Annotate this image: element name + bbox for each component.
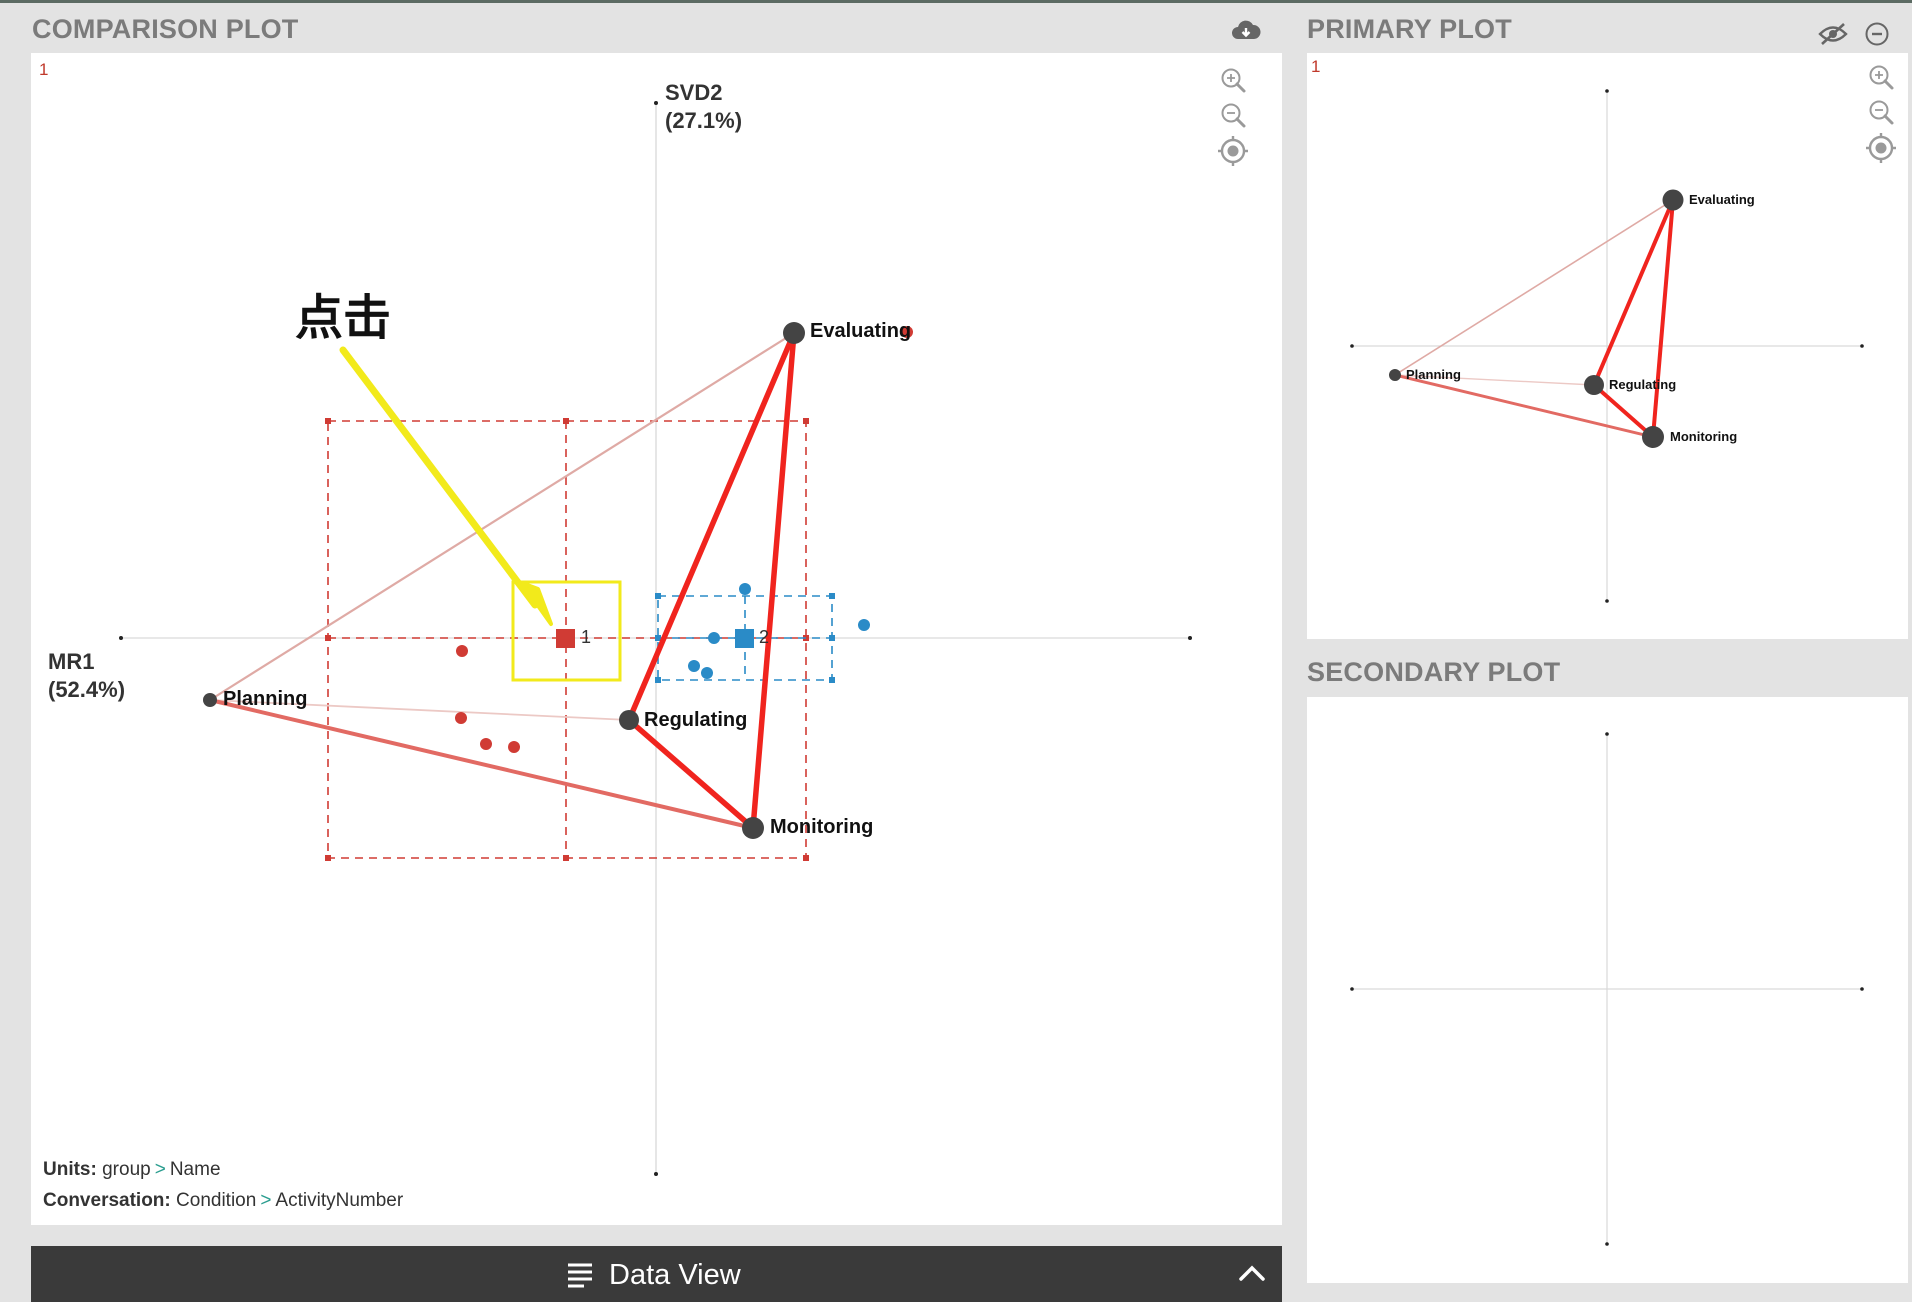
cloud-download-icon[interactable] bbox=[1229, 14, 1263, 48]
units-value-a: group bbox=[102, 1159, 151, 1180]
x-axis-percent: (52.4%) bbox=[48, 677, 126, 702]
group-1-point bbox=[480, 738, 492, 750]
annotation-arrow bbox=[339, 346, 539, 609]
node-planning bbox=[203, 693, 217, 707]
chevron-up-icon[interactable] bbox=[1237, 1260, 1267, 1291]
annotation-text: 点击 bbox=[295, 290, 392, 346]
group-1-label[interactable]: 1 bbox=[581, 627, 591, 648]
group-2-point bbox=[688, 660, 700, 672]
group-2-points bbox=[688, 583, 870, 679]
group-1-point bbox=[508, 741, 520, 753]
zoom-out-icon[interactable] bbox=[1864, 95, 1898, 129]
conversation-line: Conversation: Condition > ActivityNumber bbox=[43, 1190, 403, 1212]
conversation-label: Conversation: bbox=[43, 1190, 171, 1211]
edge-planning-evaluating bbox=[208, 331, 796, 702]
secondary-plot-title: SECONDARY PLOT bbox=[1307, 657, 1561, 687]
comparison-plot-area[interactable]: 1 SVD2 (27.1%) MR1 (52.4%) Evaluating Pl… bbox=[31, 53, 1282, 1225]
top-border bbox=[0, 0, 1912, 3]
edge-evaluating-monitoring bbox=[750, 330, 797, 831]
target-icon[interactable] bbox=[1216, 134, 1250, 168]
group-2-point bbox=[701, 667, 713, 679]
comparison-plot-svg bbox=[119, 101, 1192, 1176]
node-planning bbox=[1389, 369, 1401, 381]
conversation-separator: > bbox=[260, 1190, 272, 1211]
primary-node-label-evaluating[interactable]: Evaluating bbox=[1689, 192, 1755, 207]
zoom-in-icon[interactable] bbox=[1216, 63, 1250, 97]
node-regulating bbox=[619, 710, 639, 730]
node-evaluating bbox=[783, 322, 805, 344]
group-1-point bbox=[455, 712, 467, 724]
node-label-planning[interactable]: Planning bbox=[223, 688, 307, 711]
units-label: Units: bbox=[43, 1159, 97, 1180]
primary-plot-title: PRIMARY PLOT bbox=[1307, 14, 1512, 44]
units-line: Units: group > Name bbox=[43, 1159, 221, 1181]
conversation-value-a: Condition bbox=[176, 1190, 257, 1211]
group-2-point bbox=[708, 632, 720, 644]
data-view-label: Data View bbox=[609, 1259, 741, 1291]
group-2-label[interactable]: 2 bbox=[759, 627, 769, 648]
node-monitoring bbox=[1642, 426, 1664, 448]
x-axis-label: MR1 (52.4%) bbox=[48, 648, 125, 704]
group-1-mean bbox=[556, 629, 575, 648]
y-axis-label: SVD2 (27.1%) bbox=[665, 79, 742, 135]
units-value-b: Name bbox=[169, 1159, 221, 1180]
network-nodes bbox=[203, 322, 805, 839]
group-2-mean bbox=[735, 629, 754, 648]
group-1-points bbox=[455, 326, 913, 753]
y-axis-end-top bbox=[654, 101, 658, 105]
node-label-evaluating[interactable]: Evaluating bbox=[810, 320, 911, 343]
primary-plot-area[interactable]: 1 Evaluating Planning Regulating Monitor… bbox=[1307, 53, 1908, 639]
x-axis-name: MR1 bbox=[48, 649, 95, 674]
node-regulating bbox=[1584, 375, 1604, 395]
conversation-value-b: ActivityNumber bbox=[275, 1190, 404, 1211]
group-1-point bbox=[456, 645, 468, 657]
primary-node-label-planning[interactable]: Planning bbox=[1406, 367, 1461, 382]
node-monitoring bbox=[742, 817, 764, 839]
list-icon bbox=[566, 1262, 594, 1293]
data-view-bar[interactable]: Data View bbox=[31, 1246, 1282, 1302]
comparison-plot-title: COMPARISON PLOT bbox=[32, 14, 299, 44]
x-axis-end-left bbox=[119, 636, 123, 640]
units-separator: > bbox=[154, 1159, 166, 1180]
primary-node-label-regulating[interactable]: Regulating bbox=[1609, 377, 1676, 392]
eye-off-icon[interactable] bbox=[1816, 17, 1850, 51]
x-axis-end-right bbox=[1188, 636, 1192, 640]
secondary-plot-area[interactable] bbox=[1307, 697, 1908, 1283]
primary-node-label-monitoring[interactable]: Monitoring bbox=[1670, 429, 1737, 444]
secondary-plot-svg bbox=[1350, 732, 1864, 1246]
group-2-point bbox=[739, 583, 751, 595]
node-label-regulating[interactable]: Regulating bbox=[644, 709, 747, 732]
minus-circle-icon[interactable] bbox=[1860, 17, 1894, 51]
target-icon[interactable] bbox=[1864, 131, 1898, 165]
network-edges bbox=[208, 330, 797, 831]
y-axis-name: SVD2 bbox=[665, 80, 723, 105]
node-evaluating bbox=[1662, 189, 1684, 211]
zoom-in-icon[interactable] bbox=[1864, 60, 1898, 94]
group-2-point bbox=[858, 619, 870, 631]
node-label-monitoring[interactable]: Monitoring bbox=[770, 816, 873, 839]
y-axis-percent: (27.1%) bbox=[665, 108, 743, 133]
y-axis-end-bottom bbox=[654, 1172, 658, 1176]
zoom-out-icon[interactable] bbox=[1216, 98, 1250, 132]
primary-plot-svg bbox=[1350, 89, 1864, 603]
